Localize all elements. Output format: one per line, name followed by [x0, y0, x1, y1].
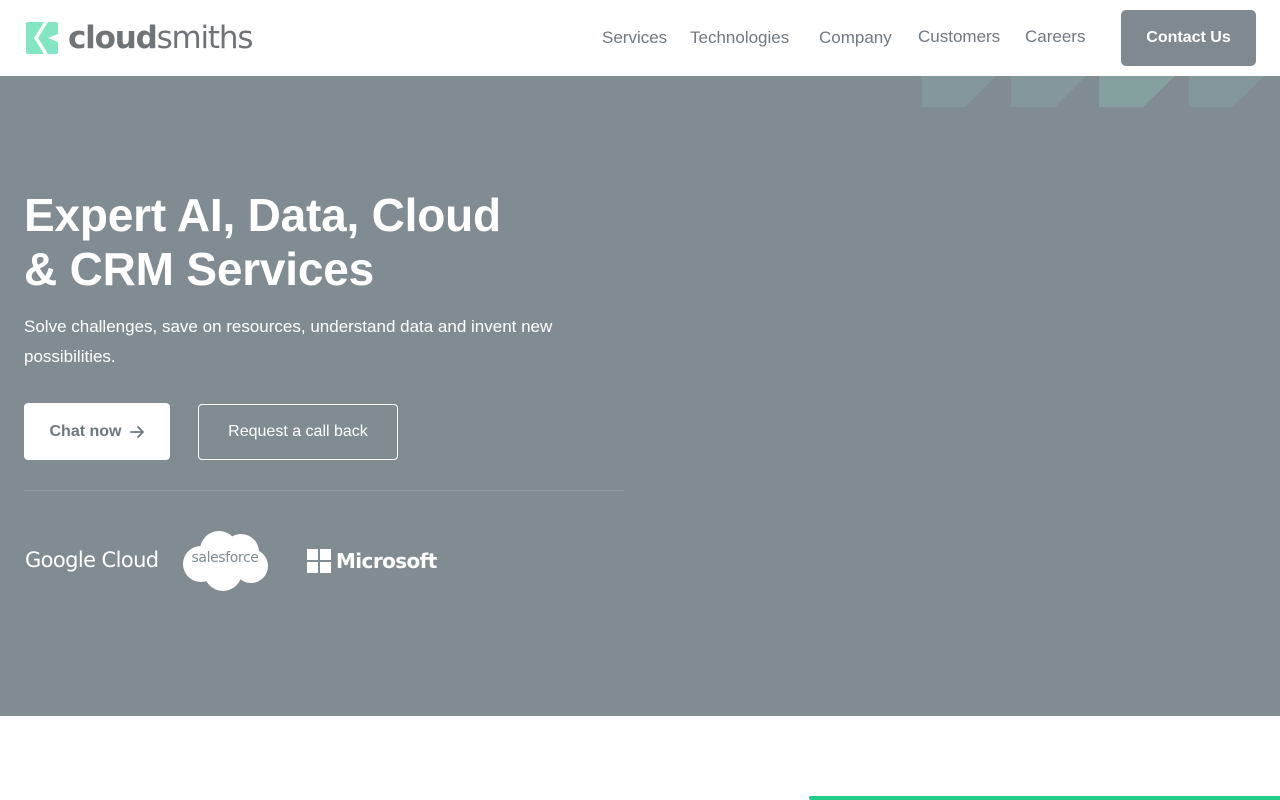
- request-callback-button[interactable]: Request a call back: [198, 404, 398, 460]
- salesforce-logo: salesforce: [181, 530, 269, 592]
- nav-careers[interactable]: Careers: [1025, 27, 1085, 47]
- chat-now-label: Chat now: [49, 422, 122, 440]
- microsoft-windows-icon: [307, 549, 331, 573]
- microsoft-wordmark: Microsoft: [336, 549, 437, 573]
- hero-section: Expert AI, Data, Cloud & CRM Services So…: [0, 76, 1280, 716]
- contact-us-button[interactable]: Contact Us: [1121, 10, 1256, 66]
- nav-services[interactable]: Services: [602, 28, 667, 48]
- hero-divider: [24, 490, 624, 491]
- microsoft-logo: Microsoft: [307, 549, 437, 573]
- chat-now-button[interactable]: Chat now: [24, 403, 170, 460]
- logo-wordmark: cloudsmiths: [68, 20, 253, 56]
- cloudsmiths-logo-icon: [26, 22, 58, 54]
- nav-company[interactable]: Company: [819, 28, 892, 48]
- decorative-chevrons: [922, 76, 1264, 107]
- arrow-right-icon: [129, 425, 144, 438]
- site-header: cloudsmiths Services Technologies Compan…: [0, 0, 1280, 76]
- nav-technologies[interactable]: Technologies: [690, 28, 789, 48]
- cloudsmiths-logo[interactable]: cloudsmiths: [24, 19, 253, 57]
- hero-title: Expert AI, Data, Cloud & CRM Services: [24, 189, 501, 295]
- salesforce-wordmark: salesforce: [191, 550, 259, 566]
- hero-subtitle: Solve challenges, save on resources, und…: [24, 317, 553, 366]
- google-cloud-logo: Google Cloud: [25, 548, 159, 572]
- nav-customers[interactable]: Customers: [918, 27, 1000, 47]
- scroll-progress-bar: [809, 796, 1280, 800]
